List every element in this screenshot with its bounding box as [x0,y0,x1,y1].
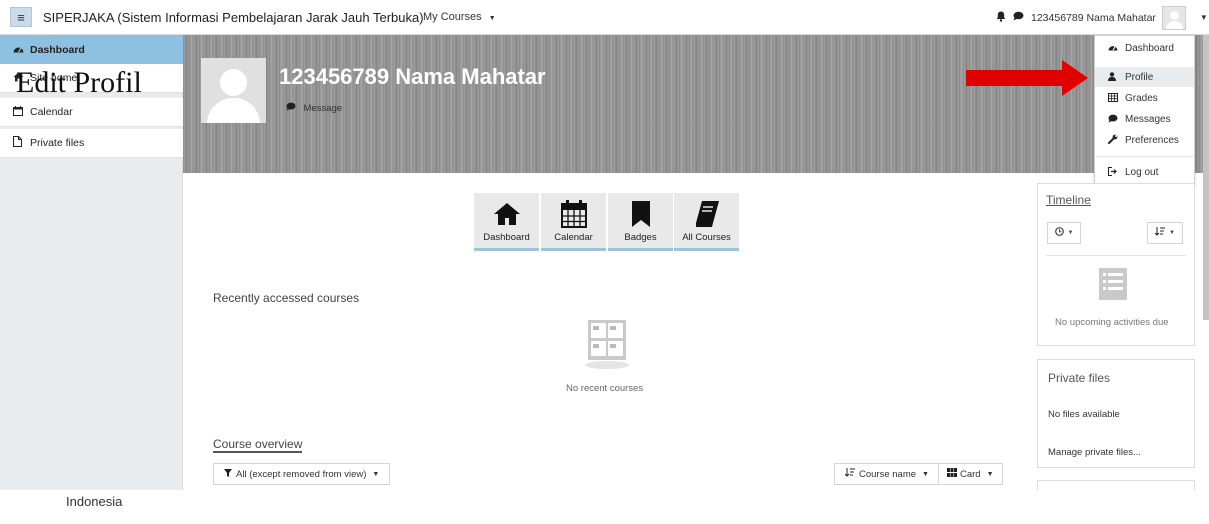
scrollbar[interactable] [1203,35,1209,320]
message-bubble-icon [286,102,299,113]
caret-down-icon: ▼ [372,470,380,478]
calendar-icon [560,199,587,229]
navbar: ≡ SIPERJAKA (Sistem Informasi Pembelajar… [0,0,1209,35]
tile-all-courses[interactable]: All Courses [674,193,739,251]
menu-item-label: Profile [1125,71,1154,83]
calendar-icon [13,105,27,119]
comment-icon [1108,114,1122,125]
grid-icon [947,468,957,480]
tile-label: Badges [624,232,657,243]
user-icon [1108,71,1122,83]
recent-courses-title: Recently accessed courses [213,291,360,305]
course-sort-dropdown[interactable]: Course name ▼ [834,463,940,485]
menu-item-log-out[interactable]: Log out [1095,162,1194,182]
caret-down-icon: ▼ [1067,230,1074,236]
drawer-item-label: Private files [30,137,85,149]
site-name[interactable]: SIPERJAKA (Sistem Informasi Pembelajaran… [43,10,424,25]
manage-private-files-link[interactable]: Manage private files... [1048,447,1141,458]
clock-icon [1054,227,1064,239]
timeline-sort-button[interactable]: ▼ [1147,222,1183,244]
activities-empty-icon [1099,268,1127,300]
bookmark-icon [631,199,651,229]
sort-icon [1154,226,1166,240]
caret-down-icon: ▼ [922,470,929,478]
caret-down-icon: ▼ [1169,230,1175,236]
timeline-divider [1046,255,1186,256]
hamburger-menu-button[interactable]: ≡ [10,7,32,27]
table-icon [1108,92,1122,104]
drawer-item-calendar[interactable]: Calendar [0,98,183,127]
menu-item-label: Dashboard [1125,42,1174,54]
menu-item-label: Log out [1125,166,1159,178]
caret-down-icon: ▼ [1199,13,1208,22]
menu-item-label: Grades [1125,92,1158,104]
menu-divider [1095,156,1194,157]
course-filter-dropdown[interactable]: All (except removed from view) ▼ [213,463,391,485]
tile-badges[interactable]: Badges [608,193,673,251]
user-dropdown-menu: Dashboard Profile Grades Messages Prefer… [1094,35,1195,187]
footer-text: Indonesia [66,494,123,509]
tachometer-icon [13,44,27,56]
drawer-item-label: Calendar [30,106,73,118]
tile-label: Calendar [554,232,593,243]
course-overview-title: Course overview [213,437,303,451]
timeline-filter-button[interactable]: ▼ [1047,222,1081,244]
book-icon [694,199,720,229]
profile-avatar [201,58,266,123]
user-name: 123456789 Nama Mahatar [1031,11,1156,24]
tile-dashboard[interactable]: Dashboard [474,193,539,251]
message-bubble-icon[interactable] [1013,11,1024,24]
home-icon [493,199,521,229]
page-footer [0,490,1209,524]
filter-label: All (except removed from view) [236,468,367,480]
recent-courses-empty: No recent courses [566,383,644,394]
caret-down-icon: ▼ [986,470,994,478]
menu-item-label: Preferences [1125,134,1179,146]
drawer-item-dashboard[interactable]: Dashboard [0,35,183,64]
course-overview-underline [213,451,302,453]
wrench-icon [1108,134,1122,146]
sort-icon [844,467,855,481]
drawer-item-label: Dashboard [30,43,85,56]
menu-item-label: Messages [1125,113,1171,125]
caret-down-icon: ▼ [488,15,496,22]
nav-drawer: Dashboard Site home Calendar Private fil… [0,35,183,490]
navbar-right: 123456789 Nama Mahatar ▼ [996,5,1208,30]
my-courses-menu[interactable]: My Courses ▼ [423,11,496,23]
private-files-empty: No files available [1048,409,1120,420]
filter-icon [224,468,232,480]
red-arrow-annotation [966,60,1088,96]
avatar [1161,5,1186,30]
sign-out-icon [1108,166,1122,178]
private-files-title: Private files [1048,371,1111,385]
drawer-item-private-files[interactable]: Private files [0,129,183,158]
menu-item-grades[interactable]: Grades [1095,88,1194,108]
tachometer-icon [1108,43,1122,53]
sort-label: Course name [859,468,917,480]
message-label: Message [303,103,343,114]
user-menu-toggle[interactable]: 123456789 Nama Mahatar ▼ [1031,5,1208,30]
tile-label: Dashboard [483,232,530,243]
screen: ≡ SIPERJAKA (Sistem Informasi Pembelajar… [0,0,1209,524]
file-icon [13,136,27,150]
course-view-dropdown[interactable]: Card ▼ [938,463,1003,485]
menu-item-messages[interactable]: Messages [1095,109,1194,129]
menu-item-dashboard[interactable]: Dashboard [1095,38,1194,58]
menu-icon: ≡ [17,9,25,25]
overlay-title: Edit Profil [16,66,142,99]
my-courses-label: My Courses [423,11,482,23]
profile-name: 123456789 Nama Mahatar [279,64,546,89]
menu-item-preferences[interactable]: Preferences [1095,130,1194,150]
timeline-title: Timeline [1046,193,1091,207]
bell-icon[interactable] [996,11,1006,25]
tile-calendar[interactable]: Calendar [541,193,606,251]
tile-label: All Courses [682,232,731,243]
message-button[interactable]: Message [286,102,342,114]
courses-empty-icon [585,320,629,369]
timeline-empty: No upcoming activities due [1055,317,1169,328]
view-label: Card [960,468,981,480]
menu-item-profile[interactable]: Profile [1095,67,1194,87]
